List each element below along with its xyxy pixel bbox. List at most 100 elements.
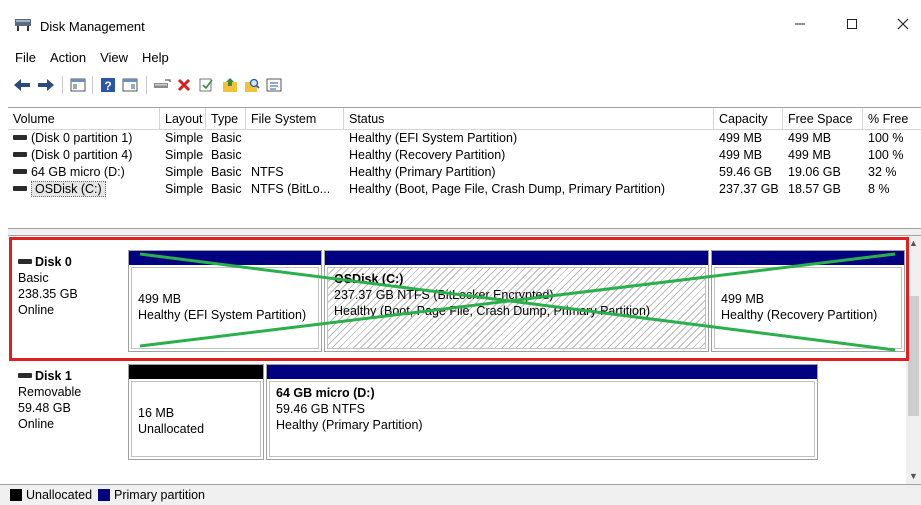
partition-unallocated-body: 16 MB Unallocated bbox=[131, 381, 261, 457]
disk-1-info[interactable]: Disk 1 Removable 59.48 GB Online bbox=[12, 368, 127, 432]
scroll-thumb[interactable] bbox=[908, 296, 919, 416]
capacity-cell: 237.37 GB bbox=[719, 182, 779, 196]
volume-cell: (Disk 0 partition 4) bbox=[8, 147, 160, 164]
maximize-button[interactable] bbox=[832, 10, 872, 38]
scroll-down-icon[interactable]: ▼ bbox=[906, 469, 921, 484]
disk-0-name: Disk 0 bbox=[35, 255, 72, 269]
free-space-cell: 499 MB bbox=[788, 131, 832, 145]
partition-efi[interactable]: 499 MB Healthy (EFI System Partition) bbox=[128, 250, 322, 352]
delete-icon[interactable] bbox=[174, 75, 194, 95]
toolbar-separator bbox=[146, 76, 147, 94]
partition-name: OSDisk (C:) bbox=[334, 272, 404, 286]
volume-name: OSDisk (C:) bbox=[31, 181, 106, 197]
help-icon[interactable]: ? bbox=[98, 75, 118, 95]
partition-recovery-body: 499 MB Healthy (Recovery Partition) bbox=[714, 267, 902, 349]
legend-primary: Primary partition bbox=[98, 488, 205, 502]
column-header-layout[interactable]: Layout bbox=[160, 108, 206, 130]
partition-name: 64 GB micro (D:) bbox=[276, 386, 375, 400]
partition-micro-sd[interactable]: 64 GB micro (D:) 59.46 GB NTFS Healthy (… bbox=[266, 364, 818, 460]
table-row[interactable]: OSDisk (C:) Simple Basic NTFS (BitLo... … bbox=[8, 181, 921, 198]
disk-management-icon bbox=[15, 19, 31, 31]
legend-unallocated: Unallocated bbox=[10, 488, 92, 502]
console-tree-icon[interactable] bbox=[68, 75, 88, 95]
disk-icon bbox=[18, 259, 32, 265]
capacity-cell: 499 MB bbox=[719, 131, 763, 145]
partition-size: 499 MB bbox=[721, 292, 765, 306]
disk-1-name: Disk 1 bbox=[35, 369, 72, 383]
scroll-up-icon[interactable]: ▲ bbox=[906, 236, 921, 251]
menu-view[interactable]: View bbox=[93, 48, 135, 68]
disk-1-status: Online bbox=[18, 417, 55, 431]
layout-cell: Simple bbox=[165, 148, 204, 162]
volume-icon bbox=[13, 152, 27, 158]
close-button[interactable] bbox=[883, 10, 921, 38]
column-header-file-system[interactable]: File System bbox=[246, 108, 344, 130]
window-title: Disk Management bbox=[40, 19, 145, 34]
volume-name: 64 GB micro (D:) bbox=[31, 165, 125, 179]
disk-0-info[interactable]: Disk 0 Basic 238.35 GB Online bbox=[12, 254, 127, 318]
partition-status: Healthy (Boot, Page File, Crash Dump, Pr… bbox=[334, 304, 651, 318]
volume-name: (Disk 0 partition 4) bbox=[31, 148, 133, 162]
column-header-volume[interactable]: Volume bbox=[8, 108, 160, 130]
type-cell: Basic bbox=[211, 182, 242, 196]
pane-splitter[interactable] bbox=[8, 228, 921, 236]
toolbar: ? bbox=[0, 72, 921, 98]
partition-bar bbox=[129, 365, 263, 379]
up-folder-icon[interactable] bbox=[220, 75, 240, 95]
title-bar: Disk Management bbox=[0, 0, 921, 40]
free-space-cell: 499 MB bbox=[788, 148, 832, 162]
partition-unallocated[interactable]: 16 MB Unallocated bbox=[128, 364, 264, 460]
connect-icon[interactable] bbox=[152, 75, 172, 95]
disk-graphical-view: Disk 0 Basic 238.35 GB Online 499 MB Hea… bbox=[8, 236, 921, 484]
column-header-percent-free[interactable]: % Free bbox=[863, 108, 921, 130]
partition-osdisk[interactable]: OSDisk (C:) 237.37 GB NTFS (BitLocker En… bbox=[324, 250, 709, 352]
volume-name: (Disk 0 partition 1) bbox=[31, 131, 133, 145]
legend-label: Primary partition bbox=[114, 488, 206, 502]
disk-0-size: 238.35 GB bbox=[18, 287, 78, 301]
percent-free-cell: 100 % bbox=[868, 131, 904, 145]
table-row[interactable]: (Disk 0 partition 4) Simple Basic Health… bbox=[8, 147, 921, 164]
partition-size: 16 MB bbox=[138, 406, 175, 420]
volume-cell: 64 GB micro (D:) bbox=[8, 164, 160, 181]
forward-icon[interactable] bbox=[36, 75, 56, 95]
type-cell: Basic bbox=[211, 148, 242, 162]
column-header-free-space[interactable]: Free Space bbox=[783, 108, 863, 130]
column-header-type[interactable]: Type bbox=[206, 108, 246, 130]
menu-help[interactable]: Help bbox=[135, 48, 176, 68]
partition-recovery[interactable]: 499 MB Healthy (Recovery Partition) bbox=[711, 250, 905, 352]
menu-action[interactable]: Action bbox=[43, 48, 93, 68]
partition-size: 59.46 GB NTFS bbox=[276, 402, 365, 416]
back-icon[interactable] bbox=[12, 75, 32, 95]
capacity-cell: 59.46 GB bbox=[719, 165, 772, 179]
percent-free-cell: 32 % bbox=[868, 165, 897, 179]
vertical-scrollbar[interactable]: ▲ ▼ bbox=[906, 236, 921, 484]
table-row[interactable]: 64 GB micro (D:) Simple Basic NTFS Healt… bbox=[8, 164, 921, 181]
disk-0-type: Basic bbox=[18, 271, 49, 285]
disk-management-window: Disk Management File Action View Help ? bbox=[0, 0, 921, 505]
column-header-capacity[interactable]: Capacity bbox=[714, 108, 783, 130]
type-cell: Basic bbox=[211, 131, 242, 145]
toolbar-separator bbox=[92, 76, 93, 94]
file-system-cell: NTFS (BitLo... bbox=[251, 182, 331, 196]
table-row[interactable]: (Disk 0 partition 1) Simple Basic Health… bbox=[8, 130, 921, 147]
partition-size: 499 MB bbox=[138, 292, 182, 306]
column-header-status[interactable]: Status bbox=[344, 108, 714, 130]
status-cell: Healthy (Recovery Partition) bbox=[349, 148, 506, 162]
file-system-cell bbox=[246, 147, 344, 164]
free-space-cell: 18.57 GB bbox=[788, 182, 841, 196]
volume-icon bbox=[13, 186, 27, 192]
check-icon[interactable] bbox=[196, 75, 216, 95]
partition-status: Healthy (Primary Partition) bbox=[276, 418, 423, 432]
status-cell: Healthy (Boot, Page File, Crash Dump, Pr… bbox=[349, 182, 666, 196]
capacity-cell: 499 MB bbox=[719, 148, 763, 162]
type-cell: Basic bbox=[211, 165, 242, 179]
show-hide-icon[interactable] bbox=[120, 75, 140, 95]
properties-icon[interactable] bbox=[264, 75, 284, 95]
volume-icon bbox=[13, 169, 27, 175]
search-icon[interactable] bbox=[242, 75, 262, 95]
partition-size: 237.37 GB NTFS (BitLocker Encrypted) bbox=[334, 288, 554, 302]
file-system-cell bbox=[246, 130, 344, 147]
minimize-button[interactable] bbox=[780, 10, 820, 38]
disk-0-status: Online bbox=[18, 303, 55, 317]
menu-file[interactable]: File bbox=[0, 48, 43, 68]
